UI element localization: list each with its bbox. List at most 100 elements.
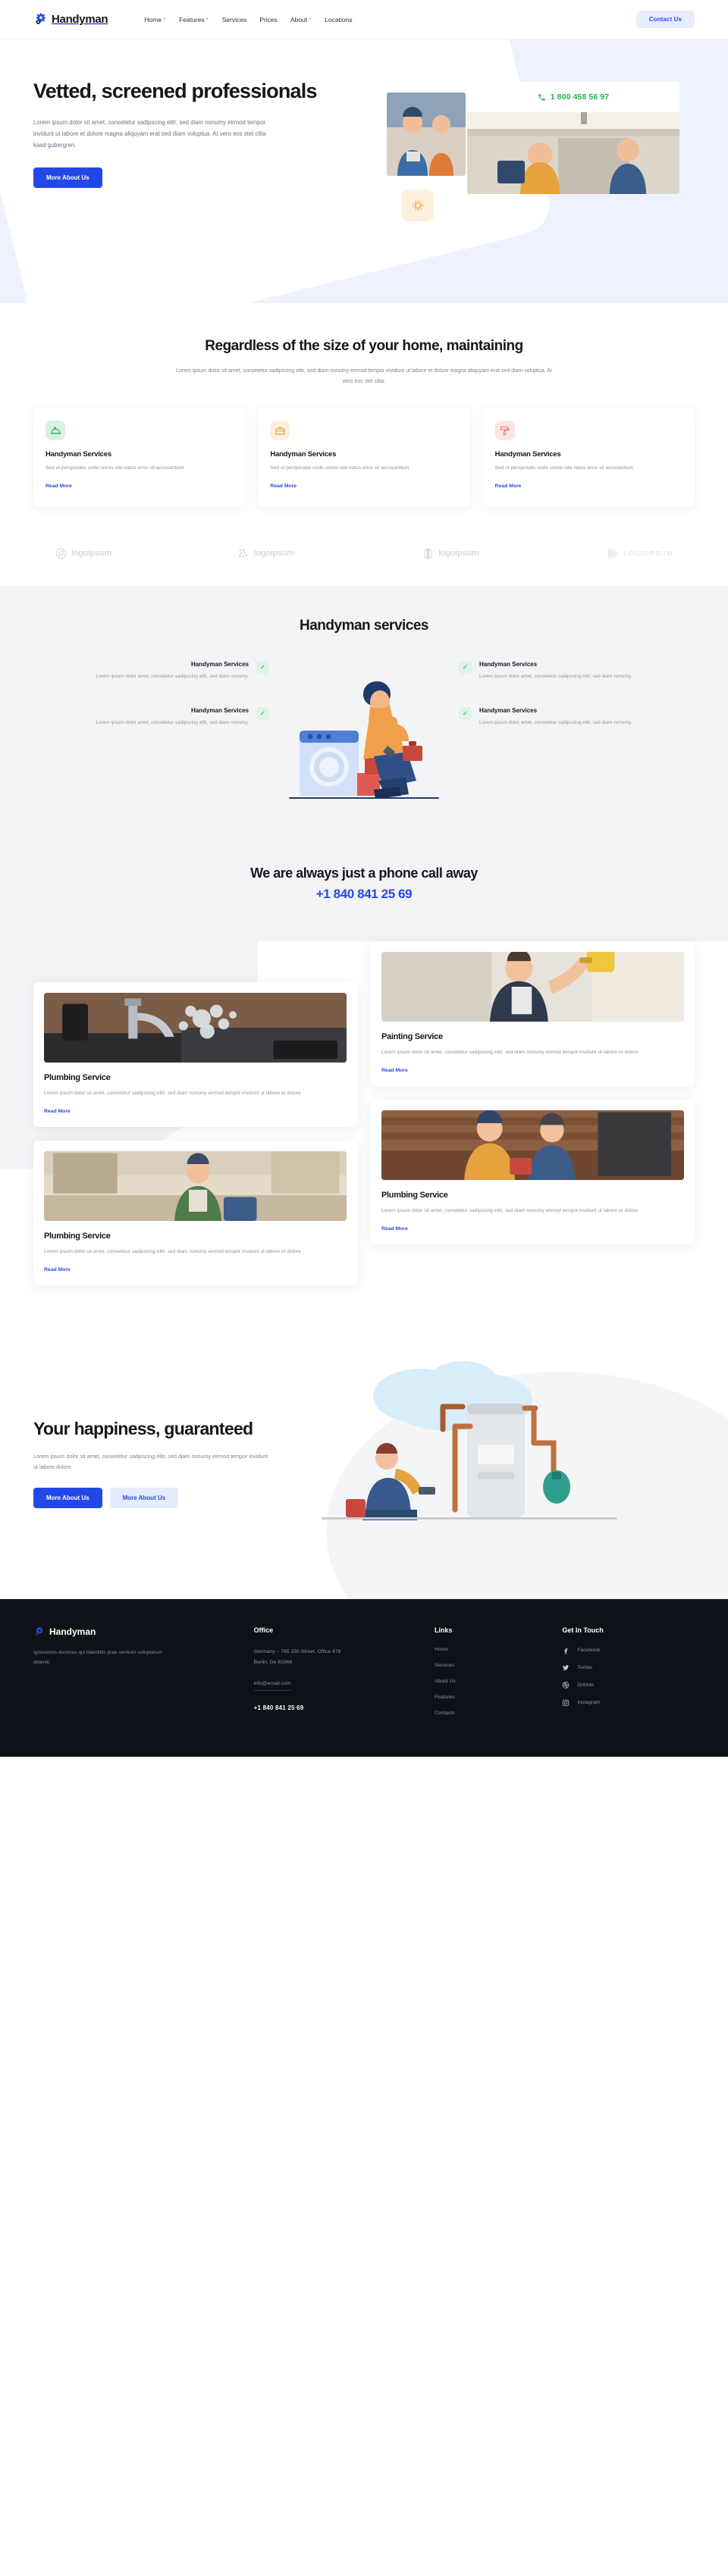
call-away-section: We are always just a phone call away +1 …	[0, 854, 728, 941]
footer-office-column: Office Germany – 785 15h Street, Office …	[253, 1626, 419, 1716]
features-grid: Handyman Services Lorem ipsum dolor amet…	[33, 660, 695, 820]
partner-logo-label: logoipsum	[71, 549, 111, 559]
social-link-twitter[interactable]: Twitter	[562, 1664, 695, 1672]
logo-strip: logoipsum logoipsum· logoipsum· LOGOIPSU…	[0, 533, 728, 586]
nav-label: Services	[221, 15, 247, 23]
partner-logo: LOGOIPSUM	[607, 547, 673, 560]
nav-label: Locations	[325, 15, 353, 23]
nav-item-about[interactable]: About +	[290, 16, 312, 23]
service-card[interactable]: Handyman Services Sed ut perspiciatis un…	[33, 408, 246, 506]
sun-icon	[410, 198, 425, 213]
footer-link-about-us[interactable]: About Us	[435, 1679, 547, 1684]
hero-phone-badge[interactable]: 1 800 458 56 97	[467, 82, 679, 112]
facebook-icon	[562, 1647, 570, 1654]
social-label: Dribble	[577, 1682, 594, 1689]
read-more-link[interactable]: Read More	[381, 1068, 408, 1073]
feature-item: Handyman Services Lorem ipsum dolor amet…	[33, 660, 269, 681]
footer-social-list: Facebook Twitter Dribble Instagram	[562, 1647, 695, 1707]
hero-content: Vetted, screened professionals Lorem ips…	[0, 39, 326, 188]
blog-card[interactable]: Plumbing Service Lorem ipsum dolor sit a…	[33, 981, 357, 1127]
bars-icon	[607, 547, 620, 560]
landing-page: Handyman Home + Features + Services Pric…	[0, 0, 728, 1757]
read-more-link[interactable]: Read More	[381, 1226, 408, 1232]
happiness-actions: More About Us More About Us	[33, 1488, 306, 1509]
feature-body: Lorem ipsum dolor amet, consetetur sadip…	[479, 719, 632, 725]
feature-title: Handyman Services	[190, 706, 249, 714]
toolbox-icon	[270, 421, 290, 441]
features-section: Handyman services Handyman Services Lore…	[0, 585, 728, 855]
happiness-primary-button[interactable]: More About Us	[33, 1488, 102, 1509]
dots-icon	[237, 547, 249, 560]
social-label: Twitter	[577, 1665, 593, 1671]
nav-item-services[interactable]: Services	[222, 16, 247, 23]
contact-us-button[interactable]: Contact Us	[635, 11, 695, 28]
footer-link-services[interactable]: Services	[435, 1663, 547, 1668]
footer-links-column: Links Home Services About Us Features Co…	[435, 1626, 547, 1716]
happiness-secondary-button[interactable]: More About Us	[109, 1488, 179, 1509]
hero-photo-worker	[387, 92, 466, 176]
read-more-link[interactable]: Read More	[270, 484, 297, 489]
instagram-icon	[562, 1699, 570, 1707]
service-card-list: Handyman Services Sed ut perspiciatis un…	[33, 408, 695, 534]
blog-grid: Plumbing Service Lorem ipsum dolor sit a…	[33, 941, 695, 1285]
blog-card-body: Lorem ipsum dolor sit amet, consetetur s…	[381, 1207, 639, 1213]
feature-body: Lorem ipsum dolor amet, consetetur sadip…	[479, 673, 632, 679]
read-more-link[interactable]: Read More	[495, 484, 522, 489]
read-more-link[interactable]: Read More	[44, 1109, 71, 1114]
blog-card[interactable]: Painting Service Lorem ipsum dolor sit a…	[371, 941, 695, 1086]
footer-phone-link[interactable]: +1 840 841 25 69	[254, 1704, 419, 1711]
primary-navigation: Home + Features + Services Prices About …	[144, 16, 352, 23]
phone-icon	[538, 93, 546, 102]
brand-logo[interactable]: Handyman	[33, 13, 108, 26]
footer-link-home[interactable]: Home	[435, 1647, 547, 1652]
feature-title: Handyman Services	[190, 660, 249, 668]
blog-card[interactable]: Plumbing Service Lorem ipsum dolor sit a…	[33, 1140, 357, 1285]
service-card[interactable]: Handyman Services Sed ut perspiciatis un…	[482, 408, 695, 506]
blog-card[interactable]: Plumbing Service Lorem ipsum dolor sit a…	[371, 1099, 695, 1244]
hero-title: Vetted, screened professionals	[33, 80, 317, 102]
check-icon: ✓	[459, 660, 472, 674]
blog-card-title: Painting Service	[381, 1031, 443, 1041]
services-title: Regardless of the size of your home, mai…	[205, 338, 523, 354]
partner-logo: logoipsum·	[237, 547, 297, 560]
circle-leaf-icon	[55, 547, 67, 560]
call-away-phone[interactable]: +1 840 841 25 69	[0, 887, 728, 902]
hardhat-icon	[46, 421, 65, 441]
partner-logo-label: logoipsum·	[253, 549, 297, 559]
feature-item: ✓ Handyman Services Lorem ipsum dolor am…	[459, 660, 695, 681]
service-card-body: Sed ut perspiciatis unde omnis iste natu…	[494, 465, 634, 471]
social-label: Instagram	[577, 1700, 601, 1706]
blog-card-body: Lorem ipsum dolor sit amet, consetetur s…	[44, 1090, 301, 1096]
brand-name: Handyman	[52, 13, 108, 26]
site-footer: Handyman Ignissimos ducimus qui blanditi…	[0, 1598, 728, 1757]
hero-description: Lorem ipsum dolor sit amet, consetetur s…	[33, 118, 266, 149]
hero-section: Vetted, screened professionals Lorem ips…	[0, 39, 728, 303]
service-card[interactable]: Handyman Services Sed ut perspiciatis un…	[258, 408, 470, 506]
footer-social-column: Get In Touch Facebook Twitter Dribble In…	[562, 1626, 695, 1716]
read-more-link[interactable]: Read More	[46, 484, 72, 489]
happiness-illustration	[306, 1354, 695, 1543]
footer-email-link[interactable]: info@email.com	[253, 1681, 291, 1691]
footer-link-contacts[interactable]: Contacts	[435, 1711, 547, 1716]
nav-item-locations[interactable]: Locations	[325, 16, 352, 23]
nav-item-features[interactable]: Features +	[179, 16, 209, 23]
blog-section: Plumbing Service Lorem ipsum dolor sit a…	[0, 941, 728, 1331]
dribbble-icon	[562, 1682, 570, 1689]
footer-office-heading: Office	[253, 1626, 274, 1634]
features-title: Handyman services	[300, 617, 429, 634]
footer-address-line-2: Berlin, De 81566	[253, 1660, 293, 1666]
social-link-instagram[interactable]: Instagram	[562, 1699, 695, 1707]
footer-brand[interactable]: Handyman	[33, 1626, 239, 1637]
plus-icon: +	[162, 17, 167, 22]
service-card-title: Handyman Services	[494, 450, 561, 459]
service-card-title: Handyman Services	[270, 450, 337, 459]
footer-link-features[interactable]: Features	[435, 1695, 547, 1700]
read-more-link[interactable]: Read More	[44, 1267, 71, 1272]
nav-item-home[interactable]: Home +	[144, 16, 166, 23]
social-link-dribbble[interactable]: Dribble	[562, 1682, 695, 1689]
hero-cta-button[interactable]: More About Us	[33, 167, 102, 188]
happiness-section: Your happiness, guaranteed Lorem ipsum d…	[0, 1330, 728, 1599]
footer-grid: Handyman Ignissimos ducimus qui blanditi…	[33, 1626, 695, 1716]
nav-item-prices[interactable]: Prices	[259, 16, 278, 23]
social-link-facebook[interactable]: Facebook	[562, 1647, 695, 1654]
